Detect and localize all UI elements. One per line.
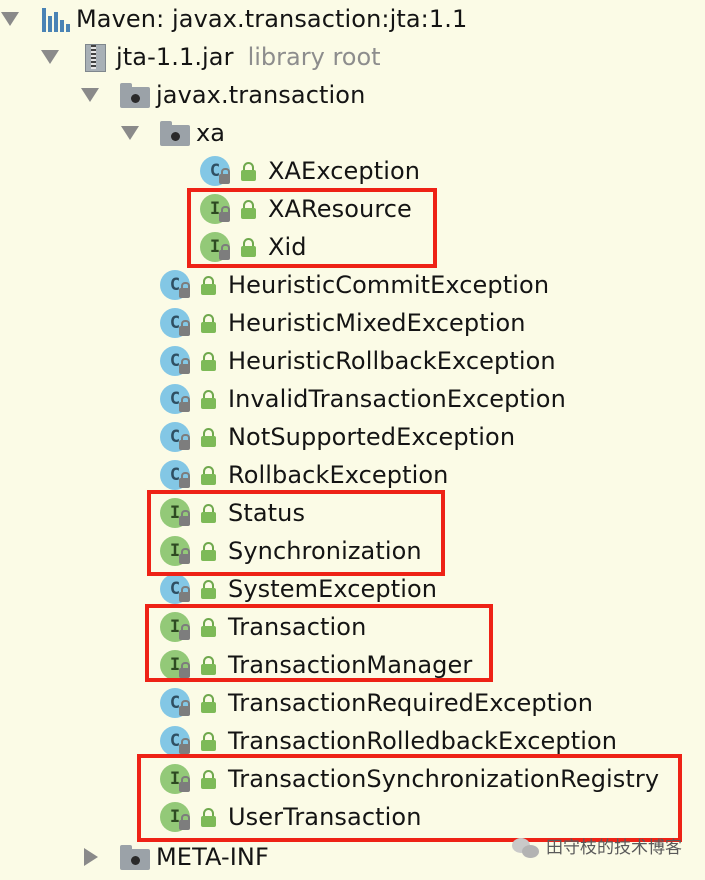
public-access-icon (198, 308, 218, 338)
class-icon: C (160, 270, 190, 300)
public-access-icon (198, 422, 218, 452)
node-label: javax.transaction (156, 81, 366, 109)
node-label: XAException (268, 157, 421, 185)
class-icon: C (160, 460, 190, 490)
library-root-label: library root (247, 43, 381, 71)
node-label: META-INF (156, 843, 269, 871)
public-access-icon (198, 460, 218, 490)
class-icon: C (200, 156, 230, 186)
readonly-lock-icon (179, 472, 190, 488)
public-access-icon (198, 346, 218, 376)
readonly-lock-icon (219, 168, 230, 184)
jar-icon (80, 42, 110, 72)
readonly-lock-icon (179, 282, 190, 298)
node-label: Maven: javax.transaction:jta:1.1 (76, 5, 468, 33)
collapse-arrow-icon[interactable] (84, 848, 98, 866)
highlight-box-registry-usertransaction (137, 754, 682, 842)
readonly-lock-icon (179, 358, 190, 374)
class-icon: C (160, 384, 190, 414)
readonly-lock-icon (179, 700, 190, 716)
public-access-icon (238, 156, 258, 186)
class-icon: C (160, 422, 190, 452)
node-label: NotSupportedException (228, 423, 516, 451)
readonly-lock-icon (179, 320, 190, 336)
class-icon: C (160, 308, 190, 338)
expand-arrow-icon[interactable] (41, 50, 59, 64)
project-tree: Maven: javax.transaction:jta:1.1 jta-1.1… (0, 0, 705, 880)
class-icon: C (160, 688, 190, 718)
public-access-icon (198, 726, 218, 756)
node-label: RollbackException (228, 461, 449, 489)
public-access-icon (198, 574, 218, 604)
class-icon: C (160, 574, 190, 604)
watermark-text: 田守枝的技术博客 (546, 838, 682, 858)
package-folder-icon (120, 842, 152, 872)
public-access-icon (198, 688, 218, 718)
watermark: 田守枝的技术博客 (512, 836, 682, 860)
public-access-icon (198, 270, 218, 300)
readonly-lock-icon (179, 434, 190, 450)
highlight-box-transaction-manager (145, 604, 493, 682)
expand-arrow-icon[interactable] (81, 88, 99, 102)
highlight-box-status-synchronization (147, 490, 445, 576)
readonly-lock-icon (179, 738, 190, 754)
class-icon: C (160, 726, 190, 756)
node-label: HeuristicMixedException (228, 309, 526, 337)
node-label: HeuristicCommitException (228, 271, 550, 299)
package-folder-icon (120, 80, 152, 110)
public-access-icon (198, 384, 218, 414)
highlight-box-xa-interfaces (187, 188, 437, 268)
package-folder-icon (160, 118, 192, 148)
node-label: jta-1.1.jar (116, 43, 234, 71)
readonly-lock-icon (179, 396, 190, 412)
readonly-lock-icon (179, 586, 190, 602)
node-label: HeuristicRollbackException (228, 347, 556, 375)
maven-library-icon (40, 4, 70, 34)
node-label: TransactionRequiredException (228, 689, 594, 717)
expand-arrow-icon[interactable] (1, 12, 19, 26)
expand-arrow-icon[interactable] (121, 126, 139, 140)
node-label: InvalidTransactionException (228, 385, 566, 413)
wechat-icon (512, 836, 540, 860)
node-label: xa (196, 119, 226, 147)
class-icon: C (160, 346, 190, 376)
